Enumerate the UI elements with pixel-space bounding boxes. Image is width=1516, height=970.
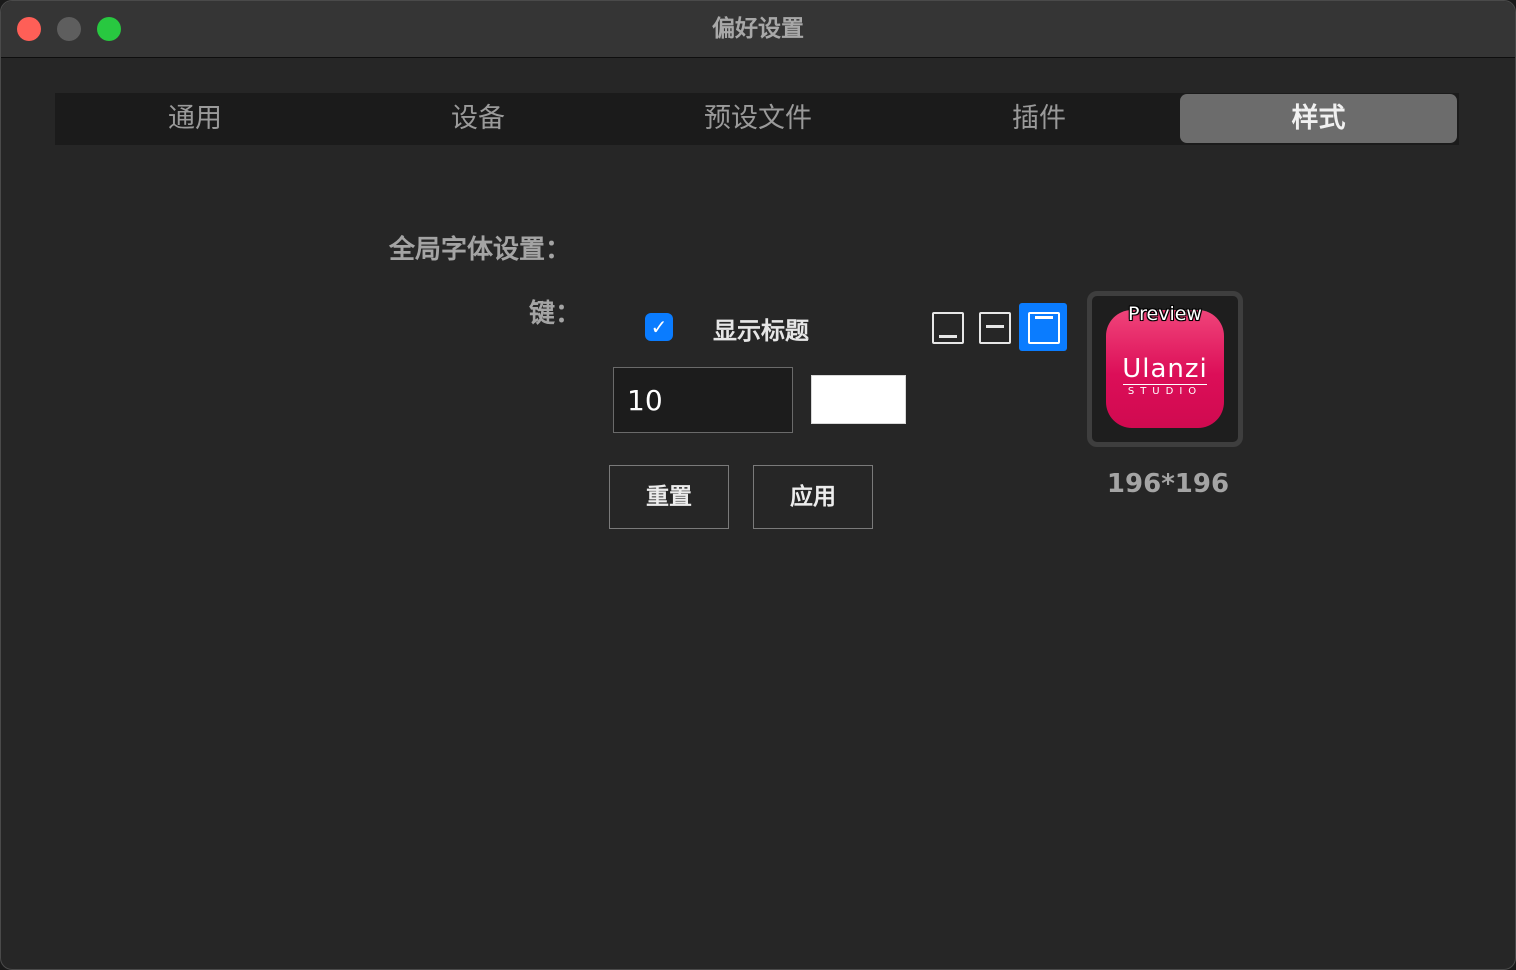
tab-style[interactable]: 样式 xyxy=(1180,94,1457,143)
global-font-settings-label: 全局字体设置： xyxy=(389,235,572,265)
title-position-middle-button[interactable] xyxy=(970,303,1018,351)
preview-brand-subtext: STUDIO xyxy=(1123,384,1207,397)
preferences-window: 偏好设置 通用 设备 预设文件 插件 样式 全局字体设置： 键： ✓ 显示标题 … xyxy=(0,0,1516,970)
font-color-swatch[interactable] xyxy=(811,375,906,424)
reset-button[interactable]: 重置 xyxy=(609,465,729,529)
title-top-icon xyxy=(1028,312,1060,344)
preview-brand-text: Ulanzi xyxy=(1122,354,1208,384)
preview-size-label: 196*196 xyxy=(1106,469,1230,499)
tab-profiles[interactable]: 预设文件 xyxy=(618,93,898,145)
font-size-input[interactable] xyxy=(613,367,793,433)
tab-general[interactable]: 通用 xyxy=(55,93,335,145)
title-position-bottom-button[interactable] xyxy=(923,303,971,351)
ulanzi-studio-logo-icon: Ulanzi STUDIO xyxy=(1106,310,1224,428)
tab-plugins[interactable]: 插件 xyxy=(899,93,1179,145)
window-title: 偏好设置 xyxy=(712,16,804,42)
key-preview: Ulanzi STUDIO Preview xyxy=(1087,291,1243,447)
checkmark-icon: ✓ xyxy=(650,315,668,339)
title-bar: 偏好设置 xyxy=(1,1,1515,58)
title-position-top-button[interactable] xyxy=(1019,303,1067,351)
title-bottom-icon xyxy=(932,312,964,344)
show-title-checkbox[interactable]: ✓ xyxy=(645,313,673,341)
show-title-label: 显示标题 xyxy=(713,317,809,345)
apply-button[interactable]: 应用 xyxy=(753,465,873,529)
tab-devices[interactable]: 设备 xyxy=(338,93,618,145)
preview-title: Preview xyxy=(1128,303,1202,325)
tab-bar: 通用 设备 预设文件 插件 样式 xyxy=(55,93,1459,145)
key-label: 键： xyxy=(529,299,582,329)
title-middle-icon xyxy=(979,312,1011,344)
